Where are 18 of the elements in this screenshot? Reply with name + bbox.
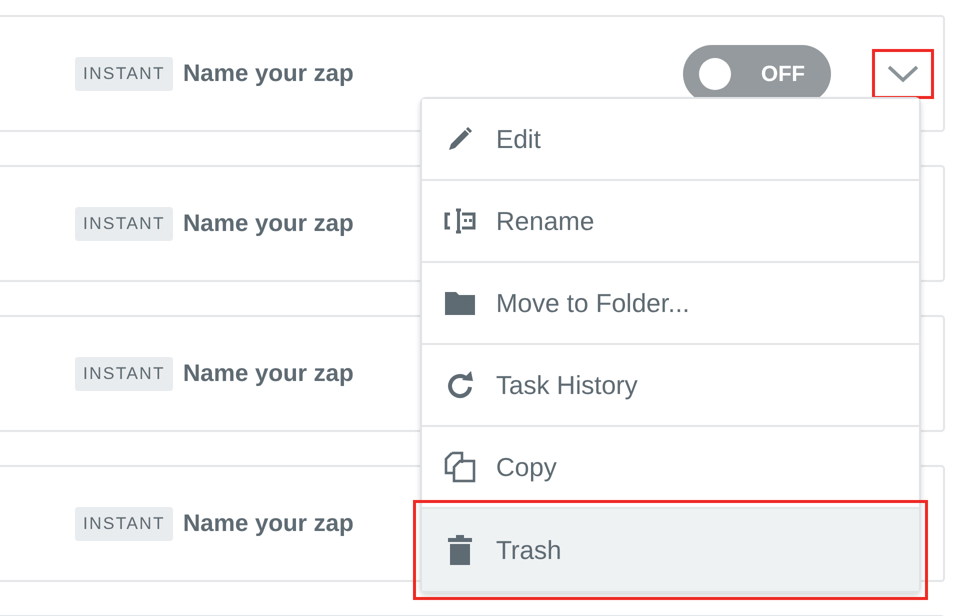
zap-name: Name your zap: [182, 360, 354, 388]
menu-item[interactable]: Trash: [422, 509, 919, 591]
zap-name: Name your zap: [182, 210, 354, 238]
folder-icon: [444, 289, 476, 317]
instant-badge: INSTANT: [75, 206, 173, 240]
instant-badge: INSTANT: [75, 506, 173, 540]
zap-name: Name your zap: [182, 60, 354, 88]
chevron-down-icon: [886, 64, 920, 84]
instant-badge: INSTANT: [75, 56, 173, 90]
menu-item[interactable]: Task History: [422, 345, 919, 427]
copy-icon: [444, 451, 476, 483]
instant-badge: INSTANT: [75, 356, 173, 390]
menu-item[interactable]: Move to Folder...: [422, 263, 919, 345]
text-cursor-icon: [444, 206, 476, 236]
menu-item[interactable]: Rename: [422, 181, 919, 263]
menu-item[interactable]: Edit: [422, 99, 919, 181]
zap-name: Name your zap: [182, 510, 354, 538]
menu-item[interactable]: Copy: [422, 427, 919, 509]
